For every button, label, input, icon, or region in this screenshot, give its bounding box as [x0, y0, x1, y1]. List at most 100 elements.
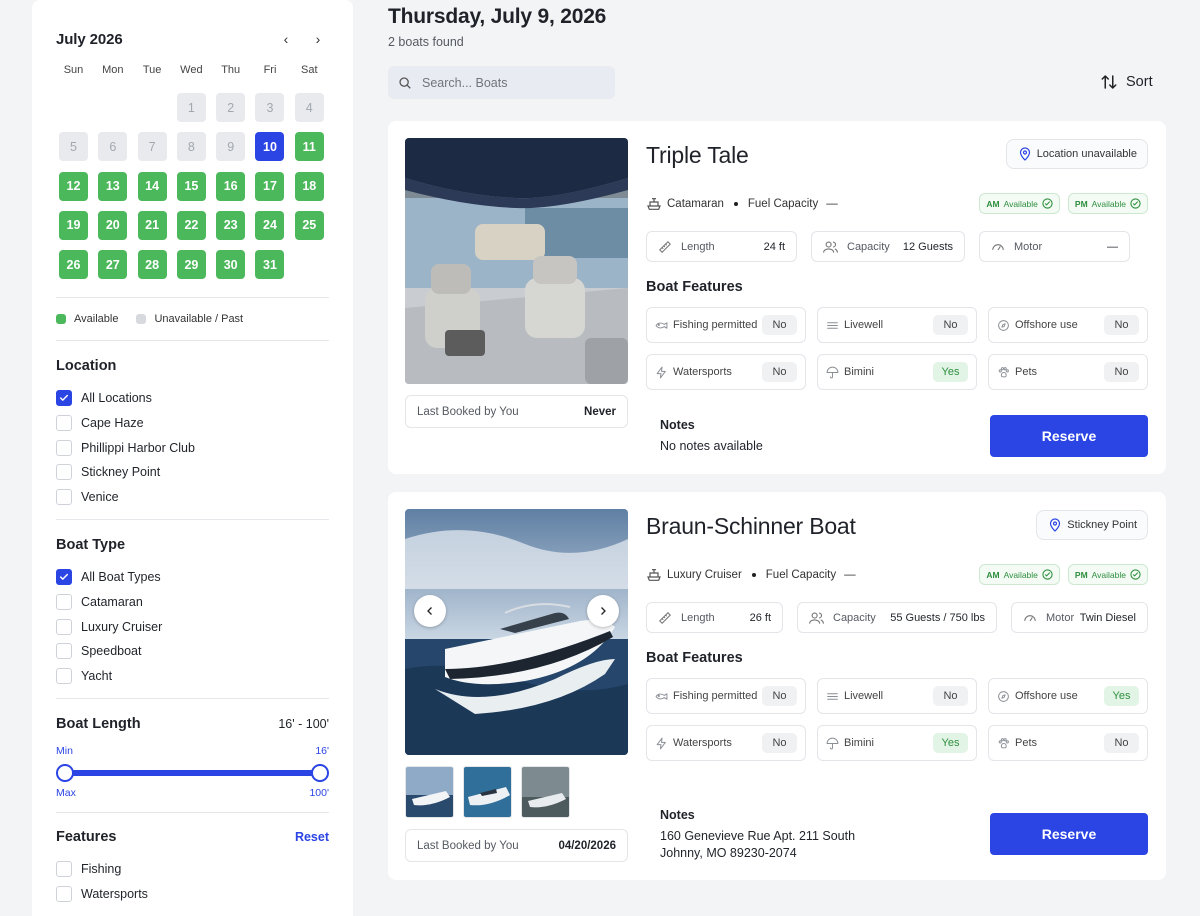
- feature-value-badge: No: [762, 686, 797, 706]
- boat-name: Braun-Schinner Boat: [646, 513, 856, 539]
- slider-max-handle[interactable]: [311, 764, 329, 783]
- boat-photo[interactable]: [405, 138, 628, 384]
- feature-value-badge: No: [1104, 733, 1139, 753]
- am-availability[interactable]: AM Available: [979, 564, 1060, 585]
- feature-option[interactable]: Watersports: [56, 882, 329, 907]
- location-option-label: All Locations: [81, 391, 152, 406]
- feature-label: Offshore use: [1015, 690, 1078, 702]
- length-slider[interactable]: [56, 763, 329, 783]
- weekday-label: Tue: [142, 64, 162, 76]
- location-option[interactable]: Stickney Point: [56, 460, 329, 485]
- weekday-label: Sun: [63, 64, 84, 76]
- spec-motor: Motor Twin Diesel: [1011, 602, 1148, 633]
- notes-line: No notes available: [660, 439, 763, 453]
- length-value: 24 ft: [763, 240, 785, 253]
- boat-type-option[interactable]: Yacht: [56, 664, 329, 689]
- calendar-day[interactable]: 17: [255, 171, 285, 201]
- calendar-day[interactable]: 19: [59, 210, 88, 240]
- feature-item: Livewell No: [817, 678, 977, 714]
- umbrella-icon: [826, 737, 839, 749]
- pm-availability[interactable]: PM Available: [1067, 564, 1148, 585]
- calendar-day[interactable]: 28: [137, 250, 167, 280]
- checkbox[interactable]: [56, 594, 72, 611]
- boat-type: Catamaran: [667, 198, 724, 210]
- calendar-day[interactable]: 12: [59, 171, 88, 201]
- chevron-right-icon[interactable]: ›: [311, 31, 325, 47]
- reserve-button[interactable]: Reserve: [990, 813, 1148, 855]
- checkbox[interactable]: [56, 569, 72, 586]
- calendar-day[interactable]: 22: [176, 210, 206, 240]
- checkbox[interactable]: [56, 886, 72, 903]
- calendar-day[interactable]: 26: [59, 250, 88, 280]
- search-input[interactable]: [422, 75, 602, 90]
- checkbox[interactable]: [56, 667, 72, 684]
- calendar-day[interactable]: 16: [216, 171, 246, 201]
- boat-type-option[interactable]: All Boat Types: [56, 565, 329, 590]
- feature-option[interactable]: Fishing: [56, 857, 329, 882]
- am-availability[interactable]: AM Available: [979, 193, 1060, 214]
- calendar-day[interactable]: 21: [137, 210, 167, 240]
- feature-item: Bimini Yes: [817, 354, 977, 390]
- reset-features-button[interactable]: Reset: [295, 830, 329, 844]
- location-option[interactable]: All Locations: [56, 386, 329, 411]
- capacity-value: 55 Guests / 750 lbs: [890, 611, 985, 624]
- carousel-next-button[interactable]: [587, 595, 619, 627]
- checkbox[interactable]: [56, 464, 72, 481]
- calendar-day[interactable]: 30: [216, 250, 246, 280]
- pm-availability[interactable]: PM Available: [1067, 193, 1148, 214]
- checkbox[interactable]: [56, 488, 72, 505]
- thumbnail[interactable]: [463, 766, 512, 818]
- boat-photo[interactable]: [405, 509, 628, 755]
- boat-type-option[interactable]: Luxury Cruiser: [56, 614, 329, 639]
- availability-pills: AM Available PM Available: [979, 193, 1148, 214]
- calendar-day[interactable]: 27: [98, 250, 128, 280]
- calendar-day[interactable]: 13: [98, 171, 128, 201]
- sort-label: Sort: [1126, 74, 1153, 90]
- search-box[interactable]: [388, 66, 615, 99]
- chevron-left-icon[interactable]: ‹: [279, 31, 293, 47]
- carousel-prev-button[interactable]: [414, 595, 446, 627]
- feature-item: Pets No: [988, 354, 1148, 390]
- speedboat-image: [405, 509, 628, 755]
- location-option[interactable]: Cape Haze: [56, 411, 329, 436]
- calendar-day[interactable]: 18: [294, 171, 324, 201]
- location-option[interactable]: Venice: [56, 485, 329, 510]
- checkbox[interactable]: [56, 415, 72, 432]
- calendar-day[interactable]: 15: [176, 171, 206, 201]
- feature-label: Fishing permitted: [673, 319, 758, 331]
- feature-item: Bimini Yes: [817, 725, 977, 761]
- calendar-day[interactable]: 25: [294, 210, 324, 240]
- checkbox[interactable]: [56, 390, 72, 407]
- thumbnail[interactable]: [405, 766, 454, 818]
- calendar-nav: ‹ ›: [279, 31, 325, 47]
- calendar-day[interactable]: 10: [255, 132, 285, 162]
- compass-icon: [998, 690, 1009, 702]
- slider-min-handle[interactable]: [56, 764, 74, 783]
- checkbox[interactable]: [56, 439, 72, 456]
- available-swatch: [56, 314, 66, 325]
- spec-length: Length 24 ft: [646, 231, 797, 262]
- calendar-day[interactable]: 23: [216, 210, 246, 240]
- calendar-day[interactable]: 14: [137, 171, 167, 201]
- boat-type-option[interactable]: Catamaran: [56, 590, 329, 615]
- checkbox[interactable]: [56, 861, 72, 878]
- boat-icon: [647, 569, 661, 581]
- checkbox[interactable]: [56, 643, 72, 660]
- boat-type-option[interactable]: Speedboat: [56, 639, 329, 664]
- sort-button[interactable]: Sort: [1100, 73, 1153, 91]
- boat-card: Last Booked by You Never Triple Tale Loc…: [388, 121, 1166, 474]
- photo-thumbnails: [405, 766, 570, 818]
- thumbnail[interactable]: [521, 766, 570, 818]
- calendar-day[interactable]: 20: [98, 210, 128, 240]
- feature-label: Watersports: [673, 737, 732, 749]
- feature-label: Pets: [1015, 366, 1038, 378]
- calendar-day[interactable]: 31: [255, 250, 285, 280]
- calendar-day[interactable]: 29: [176, 250, 206, 280]
- location-option[interactable]: Phillippi Harbor Club: [56, 435, 329, 460]
- checkbox[interactable]: [56, 618, 72, 635]
- calendar-day[interactable]: 24: [255, 210, 285, 240]
- boat-type-option-label: Catamaran: [81, 595, 143, 610]
- reserve-button[interactable]: Reserve: [990, 415, 1148, 457]
- calendar-day[interactable]: 11: [294, 132, 324, 162]
- check-circle-icon: [1042, 569, 1053, 580]
